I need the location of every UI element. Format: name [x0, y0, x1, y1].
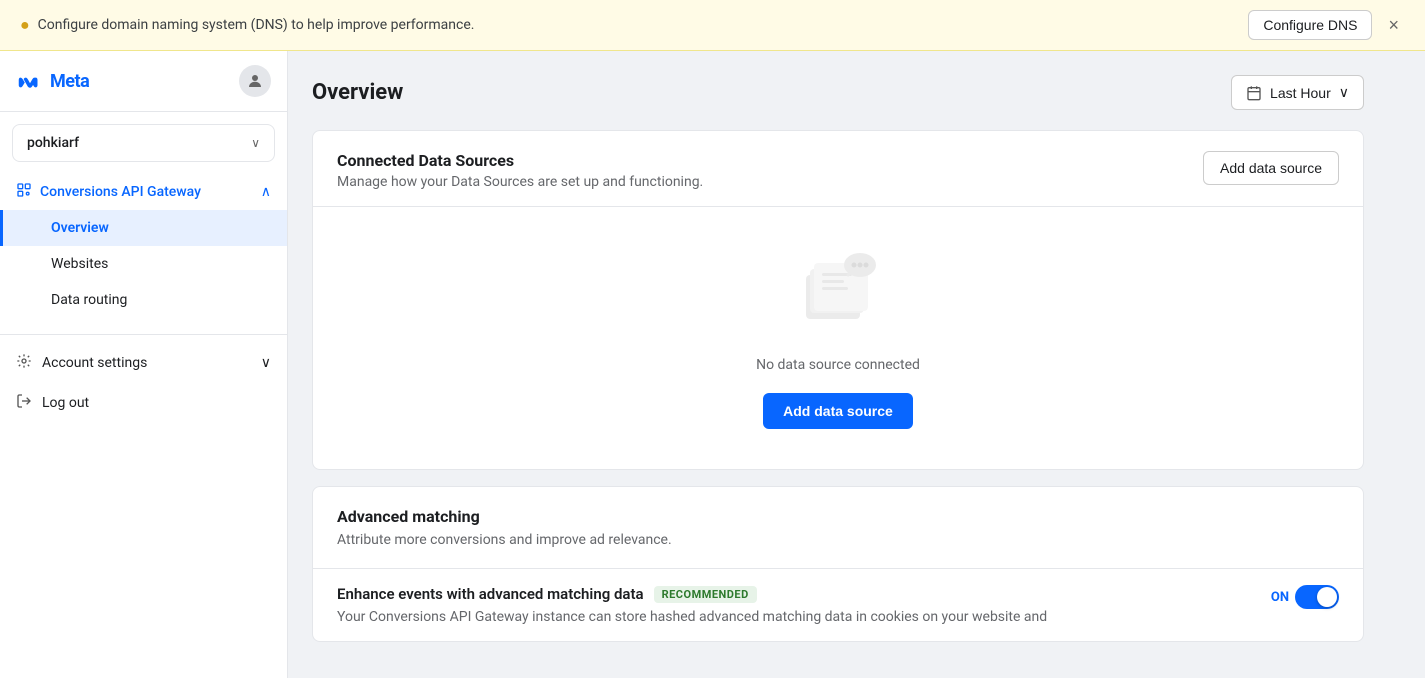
- sidebar: Meta pohkiarf ∨: [0, 51, 288, 678]
- logout-icon: [16, 393, 32, 413]
- empty-state-text: No data source connected: [756, 357, 920, 373]
- configure-dns-button[interactable]: Configure DNS: [1248, 10, 1372, 40]
- add-data-source-button-top[interactable]: Add data source: [1203, 151, 1339, 185]
- time-filter-label: Last Hour: [1270, 85, 1331, 101]
- page-header: Overview Last Hour ∨: [312, 75, 1364, 110]
- nav-section: Conversions API Gateway ∧ Overview Websi…: [0, 166, 287, 326]
- enhance-events-row: Enhance events with advanced matching da…: [337, 585, 1339, 625]
- enhance-events-desc: Your Conversions API Gateway instance ca…: [337, 609, 1047, 625]
- sidebar-item-data-routing[interactable]: Data routing: [0, 282, 287, 318]
- banner-message: Configure domain naming system (DNS) to …: [38, 17, 475, 33]
- nav-group-header[interactable]: Conversions API Gateway ∧: [0, 174, 287, 210]
- main-layout: Meta pohkiarf ∨: [0, 51, 1425, 678]
- connected-data-sources-title: Connected Data Sources: [337, 151, 703, 170]
- warning-icon: ●: [20, 15, 30, 35]
- gear-icon: [16, 353, 32, 373]
- logout-label: Log out: [42, 395, 89, 411]
- banner-actions: Configure DNS ×: [1248, 10, 1405, 40]
- api-gateway-icon: [16, 182, 32, 202]
- page-title: Overview: [312, 80, 403, 105]
- banner-close-button[interactable]: ×: [1382, 13, 1405, 38]
- time-filter-chevron-icon: ∨: [1339, 84, 1349, 101]
- calendar-icon: [1246, 85, 1262, 101]
- meta-logo-text: Meta: [50, 71, 89, 92]
- connected-data-sources-info: Connected Data Sources Manage how your D…: [337, 151, 703, 190]
- toggle-knob: [1317, 587, 1337, 607]
- account-settings-label: Account settings: [42, 355, 147, 371]
- account-name: pohkiarf: [27, 135, 79, 151]
- account-selector[interactable]: pohkiarf ∨: [12, 124, 275, 162]
- connected-data-sources-card: Connected Data Sources Manage how your D…: [312, 130, 1364, 470]
- chevron-down-icon: ∨: [251, 136, 260, 150]
- enhance-events-section: Enhance events with advanced matching da…: [313, 568, 1363, 641]
- main-content: Overview Last Hour ∨ Connected Dat: [288, 51, 1425, 678]
- enhance-events-title: Enhance events with advanced matching da…: [337, 585, 644, 603]
- toggle-container: ON: [1271, 585, 1339, 609]
- no-data-illustration: [788, 247, 888, 337]
- advanced-matching-card: Advanced matching Attribute more convers…: [312, 486, 1364, 642]
- sidebar-header: Meta: [0, 51, 287, 112]
- empty-state-icon: [788, 247, 888, 341]
- toggle-switch[interactable]: [1295, 585, 1339, 609]
- sidebar-divider: [0, 334, 287, 335]
- sidebar-item-overview[interactable]: Overview: [0, 210, 287, 246]
- main-inner: Overview Last Hour ∨ Connected Dat: [288, 51, 1388, 678]
- chevron-down-icon: ∨: [261, 355, 271, 371]
- add-data-source-button-empty[interactable]: Add data source: [763, 393, 913, 429]
- meta-logo: Meta: [16, 71, 89, 92]
- connected-data-sources-header: Connected Data Sources Manage how your D…: [313, 131, 1363, 207]
- advanced-matching-title: Advanced matching: [337, 507, 1339, 526]
- banner-message-area: ● Configure domain naming system (DNS) t…: [20, 15, 474, 35]
- nav-group-label: Conversions API Gateway: [40, 184, 201, 200]
- chevron-up-icon: ∧: [261, 184, 271, 200]
- connected-data-sources-subtitle: Manage how your Data Sources are set up …: [337, 174, 703, 190]
- meta-logo-icon: [16, 72, 44, 90]
- advanced-matching-body: Advanced matching Attribute more convers…: [313, 487, 1363, 568]
- empty-state: No data source connected Add data source: [313, 207, 1363, 469]
- time-filter-button[interactable]: Last Hour ∨: [1231, 75, 1364, 110]
- logout-item[interactable]: Log out: [0, 383, 287, 423]
- top-banner: ● Configure domain naming system (DNS) t…: [0, 0, 1425, 51]
- enhance-events-info: Enhance events with advanced matching da…: [337, 585, 1047, 625]
- sidebar-item-websites[interactable]: Websites: [0, 246, 287, 282]
- account-settings-left: Account settings: [16, 353, 147, 373]
- toggle-label: ON: [1271, 590, 1289, 605]
- user-avatar[interactable]: [239, 65, 271, 97]
- advanced-matching-subtitle: Attribute more conversions and improve a…: [337, 532, 1339, 548]
- recommended-badge: RECOMMENDED: [654, 586, 757, 603]
- enhance-events-title-row: Enhance events with advanced matching da…: [337, 585, 1047, 603]
- account-settings-item[interactable]: Account settings ∨: [0, 343, 287, 383]
